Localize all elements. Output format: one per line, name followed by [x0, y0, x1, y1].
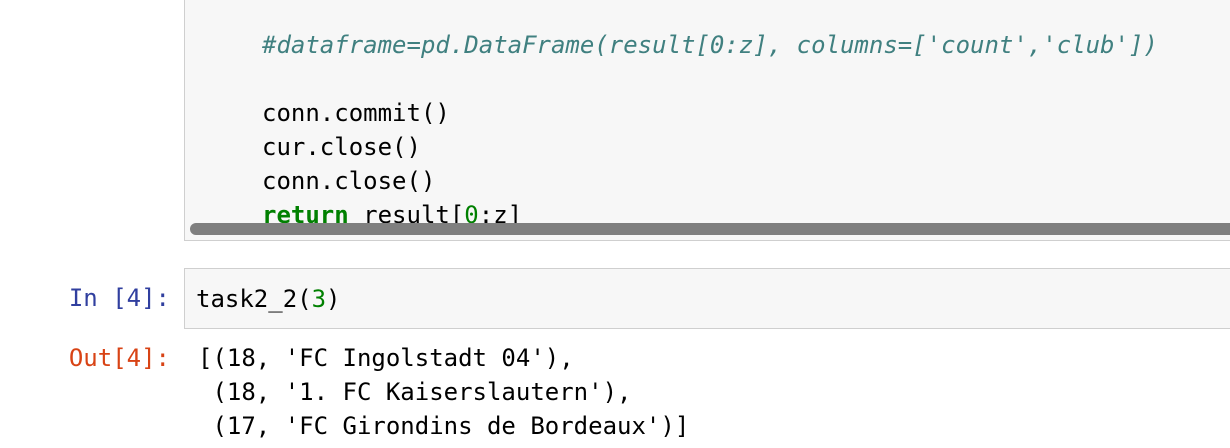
code-cell-editor[interactable]: #dataframe=pd.DataFrame(result[0:z], col…	[184, 0, 1230, 241]
input-cell-editor[interactable]: task2_2(3)	[184, 268, 1230, 329]
code-line-cur-close: cur.close()	[262, 133, 421, 161]
input-code-line: task2_2(3)	[196, 282, 341, 316]
code-line-commit: conn.commit()	[262, 99, 450, 127]
notebook-page: #dataframe=pd.DataFrame(result[0:z], col…	[0, 0, 1230, 448]
output-line-1: [(18, 'FC Ingolstadt 04'),	[198, 344, 574, 372]
output-prompt: Out[4]:	[68, 344, 170, 372]
output-line-3: (17, 'FC Girondins de Bordeaux')]	[198, 412, 690, 440]
input-code-post: )	[326, 285, 341, 313]
horizontal-scrollbar[interactable]	[190, 223, 1230, 235]
input-code-pre: task2_2(	[196, 285, 312, 313]
output-line-2: (18, '1. FC Kaiserslautern'),	[198, 378, 632, 406]
code-line-comment: #dataframe=pd.DataFrame(result[0:z], col…	[262, 31, 1158, 59]
input-prompt: In [4]:	[68, 284, 170, 312]
input-code-num: 3	[311, 285, 327, 313]
code-line-conn-close: conn.close()	[262, 167, 436, 195]
